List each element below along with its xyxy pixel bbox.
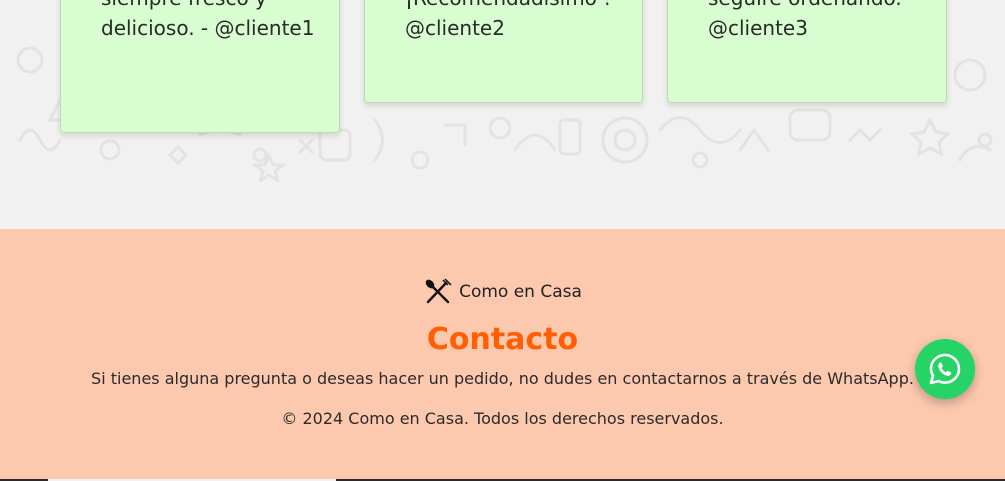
contact-description: Si tienes alguna pregunta o deseas hacer… [91,369,914,388]
copyright-text: © 2024 Como en Casa. Todos los derechos … [281,409,724,428]
section-gap [0,182,1005,229]
fork-knife-icon [425,278,452,304]
testimonial-text: ¡Recomendadísimo ! - @cliente2 [405,0,625,40]
testimonial-card-1: siempre fresco y delicioso. - @cliente1 [60,0,340,133]
footer-brand[interactable]: Como en Casa [0,276,1005,308]
testimonial-text: siempre fresco y delicioso. - @cliente1 [101,0,315,40]
site-footer: Como en Casa Contacto Si tienes alguna p… [0,229,1005,479]
contact-title: Contacto [426,322,579,357]
testimonial-card-2: ¡Recomendadísimo ! - @cliente2 [364,0,643,103]
testimonial-card-3: seguiré ordenando. - @cliente3 [667,0,947,103]
brand-name: Como en Casa [459,282,582,302]
testimonials-section: siempre fresco y delicioso. - @cliente1 … [0,0,1005,182]
whatsapp-icon [929,353,961,385]
whatsapp-button[interactable] [915,339,975,399]
testimonial-text: seguiré ordenando. - @cliente3 [708,0,915,40]
